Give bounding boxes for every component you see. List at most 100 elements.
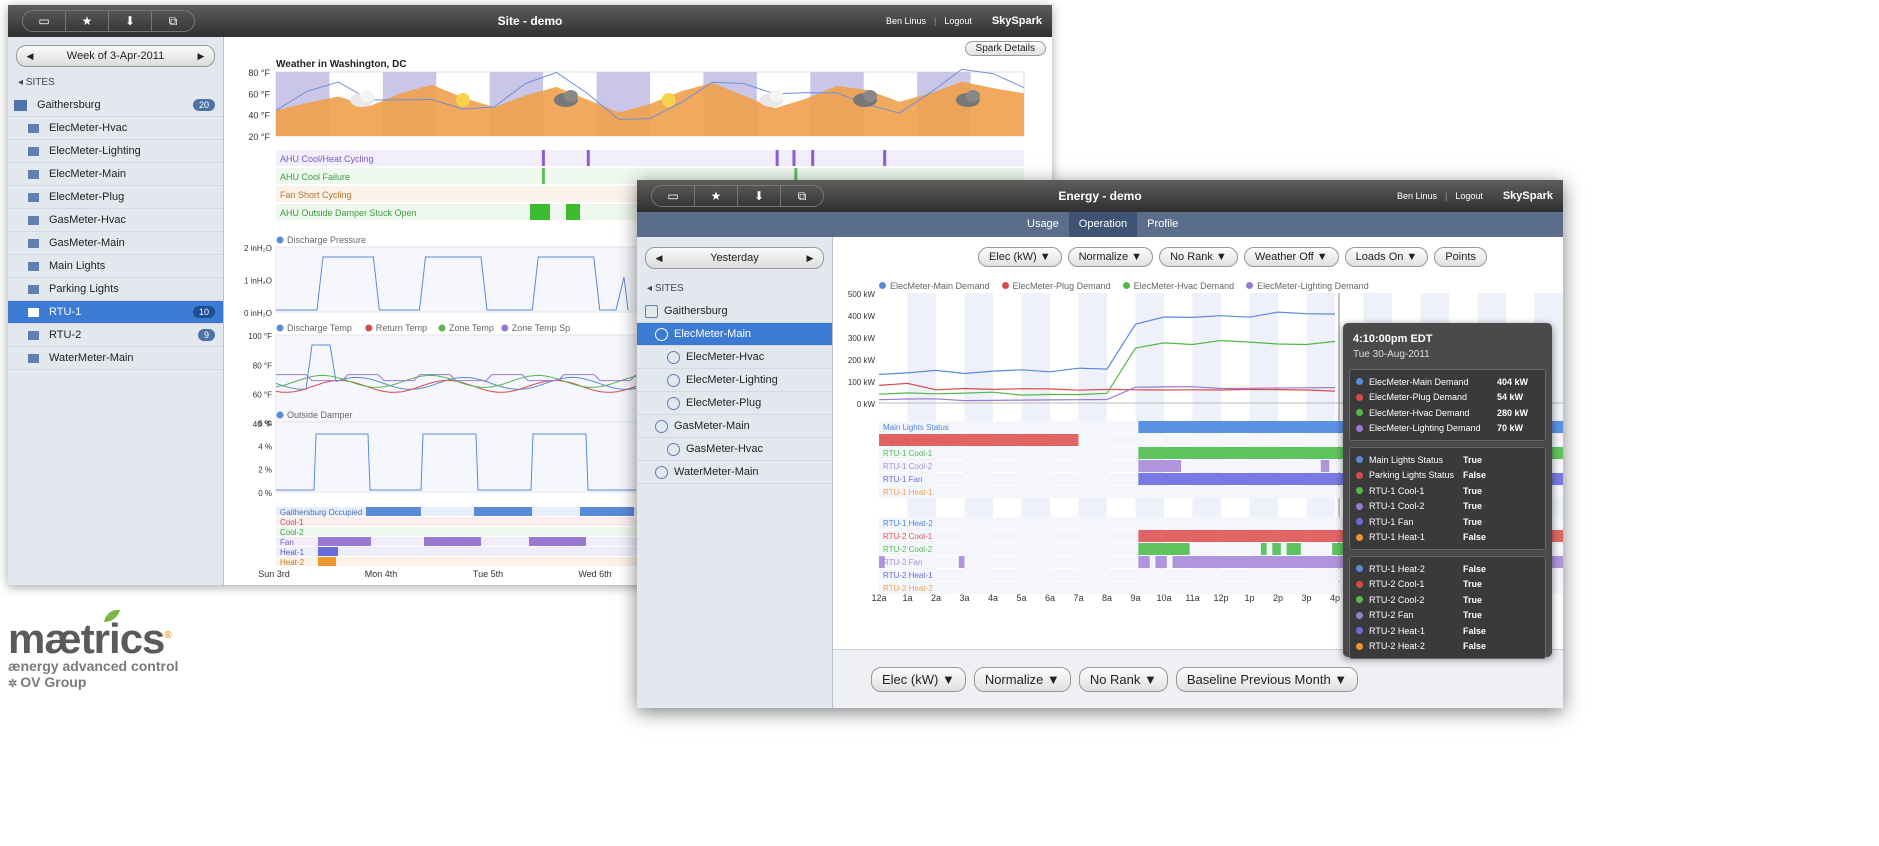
x-tick-label: 8a xyxy=(1102,593,1112,603)
site-item-elecmeter-hvac[interactable]: ElecMeter-Hvac xyxy=(8,117,223,140)
site-item-elecmeter-plug[interactable]: ElecMeter-Plug xyxy=(637,392,832,415)
energy-ytick: 300 kW xyxy=(848,334,876,343)
tooltip-row: RTU-1 Fan True xyxy=(1356,514,1539,530)
site-item-gaithersburg[interactable]: Gaithersburg 20 xyxy=(8,94,223,117)
logout-link[interactable]: Logout xyxy=(944,5,972,37)
bottom-elec-kw-button[interactable]: Elec (kW) ▼ xyxy=(871,667,966,692)
date-navigator: ◀ Week of 3-Apr-2011 ▶ xyxy=(16,45,215,67)
status-bar xyxy=(318,557,336,566)
site-item-gasmeter-hvac[interactable]: GasMeter-Hvac xyxy=(637,438,832,461)
tooltip-row: ElecMeter-Hvac Demand 280 kW xyxy=(1356,405,1539,421)
sites-header[interactable]: ◂ SITES xyxy=(18,77,223,88)
collapse-icon[interactable]: ◂ xyxy=(647,283,655,294)
status-row-label: RTU-2 Fan xyxy=(883,558,922,567)
x-tick-label: 3a xyxy=(959,593,969,603)
legend-label: Discharge Temp xyxy=(287,323,352,333)
site-item-gasmeter-hvac[interactable]: GasMeter-Hvac xyxy=(8,209,223,232)
legend-label: Zone Temp Sp xyxy=(512,323,570,333)
site-item-elecmeter-lighting[interactable]: ElecMeter-Lighting xyxy=(8,140,223,163)
status-bar xyxy=(1320,460,1330,472)
site-item-rtu-1[interactable]: RTU-1 10 xyxy=(8,301,223,324)
site-item-main-lights[interactable]: Main Lights xyxy=(8,255,223,278)
site-item-elecmeter-main[interactable]: ElecMeter-Main xyxy=(8,163,223,186)
damper-ytick: 2 % xyxy=(258,466,272,475)
user-name[interactable]: Ben Linus xyxy=(1397,180,1437,212)
sun-shape xyxy=(661,93,676,107)
status-row-label: Cool-1 xyxy=(280,518,304,527)
meter-icon xyxy=(655,419,668,433)
sites-header[interactable]: ◂ SITES xyxy=(647,283,832,294)
user-name[interactable]: Ben Linus xyxy=(886,5,926,37)
x-tick-label: 10a xyxy=(1156,593,1171,603)
tooltip-row-label: RTU-2 Fan xyxy=(1369,610,1414,621)
sites-header-label: SITES xyxy=(25,77,55,88)
bottom-no-rank-button[interactable]: No Rank ▼ xyxy=(1078,667,1168,692)
prev-arrow-icon[interactable]: ◀ xyxy=(646,253,672,264)
temps-ytick: 60 °F xyxy=(253,391,272,400)
collapse-icon[interactable]: ◂ xyxy=(18,77,26,88)
tooltip-row: RTU-2 Fan True xyxy=(1356,608,1539,624)
tooltip-row-value: False xyxy=(1463,470,1487,481)
site-item-rtu-2[interactable]: RTU-2 9 xyxy=(8,324,223,347)
tooltip-groups: ElecMeter-Main Demand 404 kW ElecMeter-Plu… xyxy=(1349,369,1546,665)
next-arrow-icon[interactable]: ▶ xyxy=(797,253,823,264)
energy-ytick: 200 kW xyxy=(848,356,876,365)
date-navigator: ◀ Yesterday ▶ xyxy=(645,247,824,269)
pressure-ytick: 0 inH₂O xyxy=(244,309,272,318)
equip-icon xyxy=(28,192,39,202)
site-item-gaithersburg[interactable]: Gaithersburg xyxy=(637,300,832,323)
logo-word: mætrics® xyxy=(8,614,172,662)
logo-word-text: mætrics xyxy=(8,615,165,662)
tooltip-row-label: ElecMeter-Plug Demand xyxy=(1369,392,1468,403)
spark-label: AHU Outside Damper Stuck Open xyxy=(280,208,417,218)
temps-ytick: 100 °F xyxy=(248,332,272,341)
tooltip-row-label: Parking Lights Status xyxy=(1369,470,1455,481)
status-row-label: RTU-1 Heat-2 xyxy=(883,519,933,528)
site-item-label: ElecMeter-Hvac xyxy=(49,122,128,134)
spark-mark xyxy=(792,150,796,166)
x-tick-label: Wed 6th xyxy=(578,569,611,579)
site-item-elecmeter-main[interactable]: ElecMeter-Main xyxy=(637,323,832,346)
site-item-label: RTU-1 xyxy=(49,306,82,318)
date-range-label[interactable]: Yesterday xyxy=(672,252,797,264)
site-item-label: GasMeter-Hvac xyxy=(686,443,764,455)
bottom-baseline-previous-month-button[interactable]: Baseline Previous Month ▼ xyxy=(1175,667,1359,692)
status-bar xyxy=(1332,543,1344,555)
site-item-gasmeter-main[interactable]: GasMeter-Main xyxy=(8,232,223,255)
legend-dot xyxy=(276,411,284,419)
site-item-label: ElecMeter-Plug xyxy=(686,397,762,409)
site-item-elecmeter-hvac[interactable]: ElecMeter-Hvac xyxy=(637,346,832,369)
site-item-watermeter-main[interactable]: WaterMeter-Main xyxy=(8,347,223,370)
spark-mark xyxy=(811,150,815,166)
spark-mark xyxy=(586,150,590,166)
legend-dot xyxy=(276,324,284,332)
tooltip-row-label: RTU-1 Heat-1 xyxy=(1369,532,1425,543)
legend-label: Outside Damper xyxy=(287,410,353,420)
site-item-gasmeter-main[interactable]: GasMeter-Main xyxy=(637,415,832,438)
tab-usage[interactable]: Usage xyxy=(1017,212,1069,237)
tooltip-row: RTU-1 Cool-1 True xyxy=(1356,483,1539,499)
cloud-shape xyxy=(863,90,878,102)
tooltip-row-value: True xyxy=(1463,485,1483,496)
status-dot-icon xyxy=(1356,424,1363,432)
logout-link[interactable]: Logout xyxy=(1455,180,1483,212)
site-item-parking-lights[interactable]: Parking Lights xyxy=(8,278,223,301)
tab-profile[interactable]: Profile xyxy=(1137,212,1188,237)
next-arrow-icon[interactable]: ▶ xyxy=(188,51,214,62)
prev-arrow-icon[interactable]: ◀ xyxy=(17,51,43,62)
date-range-label[interactable]: Week of 3-Apr-2011 xyxy=(43,50,188,62)
site-item-elecmeter-plug[interactable]: ElecMeter-Plug xyxy=(8,186,223,209)
tab-operation[interactable]: Operation xyxy=(1068,212,1138,237)
status-bar xyxy=(580,507,634,516)
bottom-normalize-button[interactable]: Normalize ▼ xyxy=(973,667,1071,692)
x-tick-label: 1a xyxy=(902,593,912,603)
building-icon xyxy=(645,304,658,318)
status-dot-icon xyxy=(1356,518,1363,526)
tooltip-group: Main Lights Status True Parking Lights Sta… xyxy=(1349,447,1546,550)
tooltip-row: RTU-1 Heat-1 False xyxy=(1356,530,1539,546)
site-item-elecmeter-lighting[interactable]: ElecMeter-Lighting xyxy=(637,369,832,392)
maetrics-logo: mætrics® ænergy advanced control ✲ OV Gr… xyxy=(8,608,268,698)
site-item-watermeter-main[interactable]: WaterMeter-Main xyxy=(637,461,832,484)
x-tick-label: Sun 3rd xyxy=(258,569,290,579)
status-row-label: Main Lights Status xyxy=(883,423,949,432)
